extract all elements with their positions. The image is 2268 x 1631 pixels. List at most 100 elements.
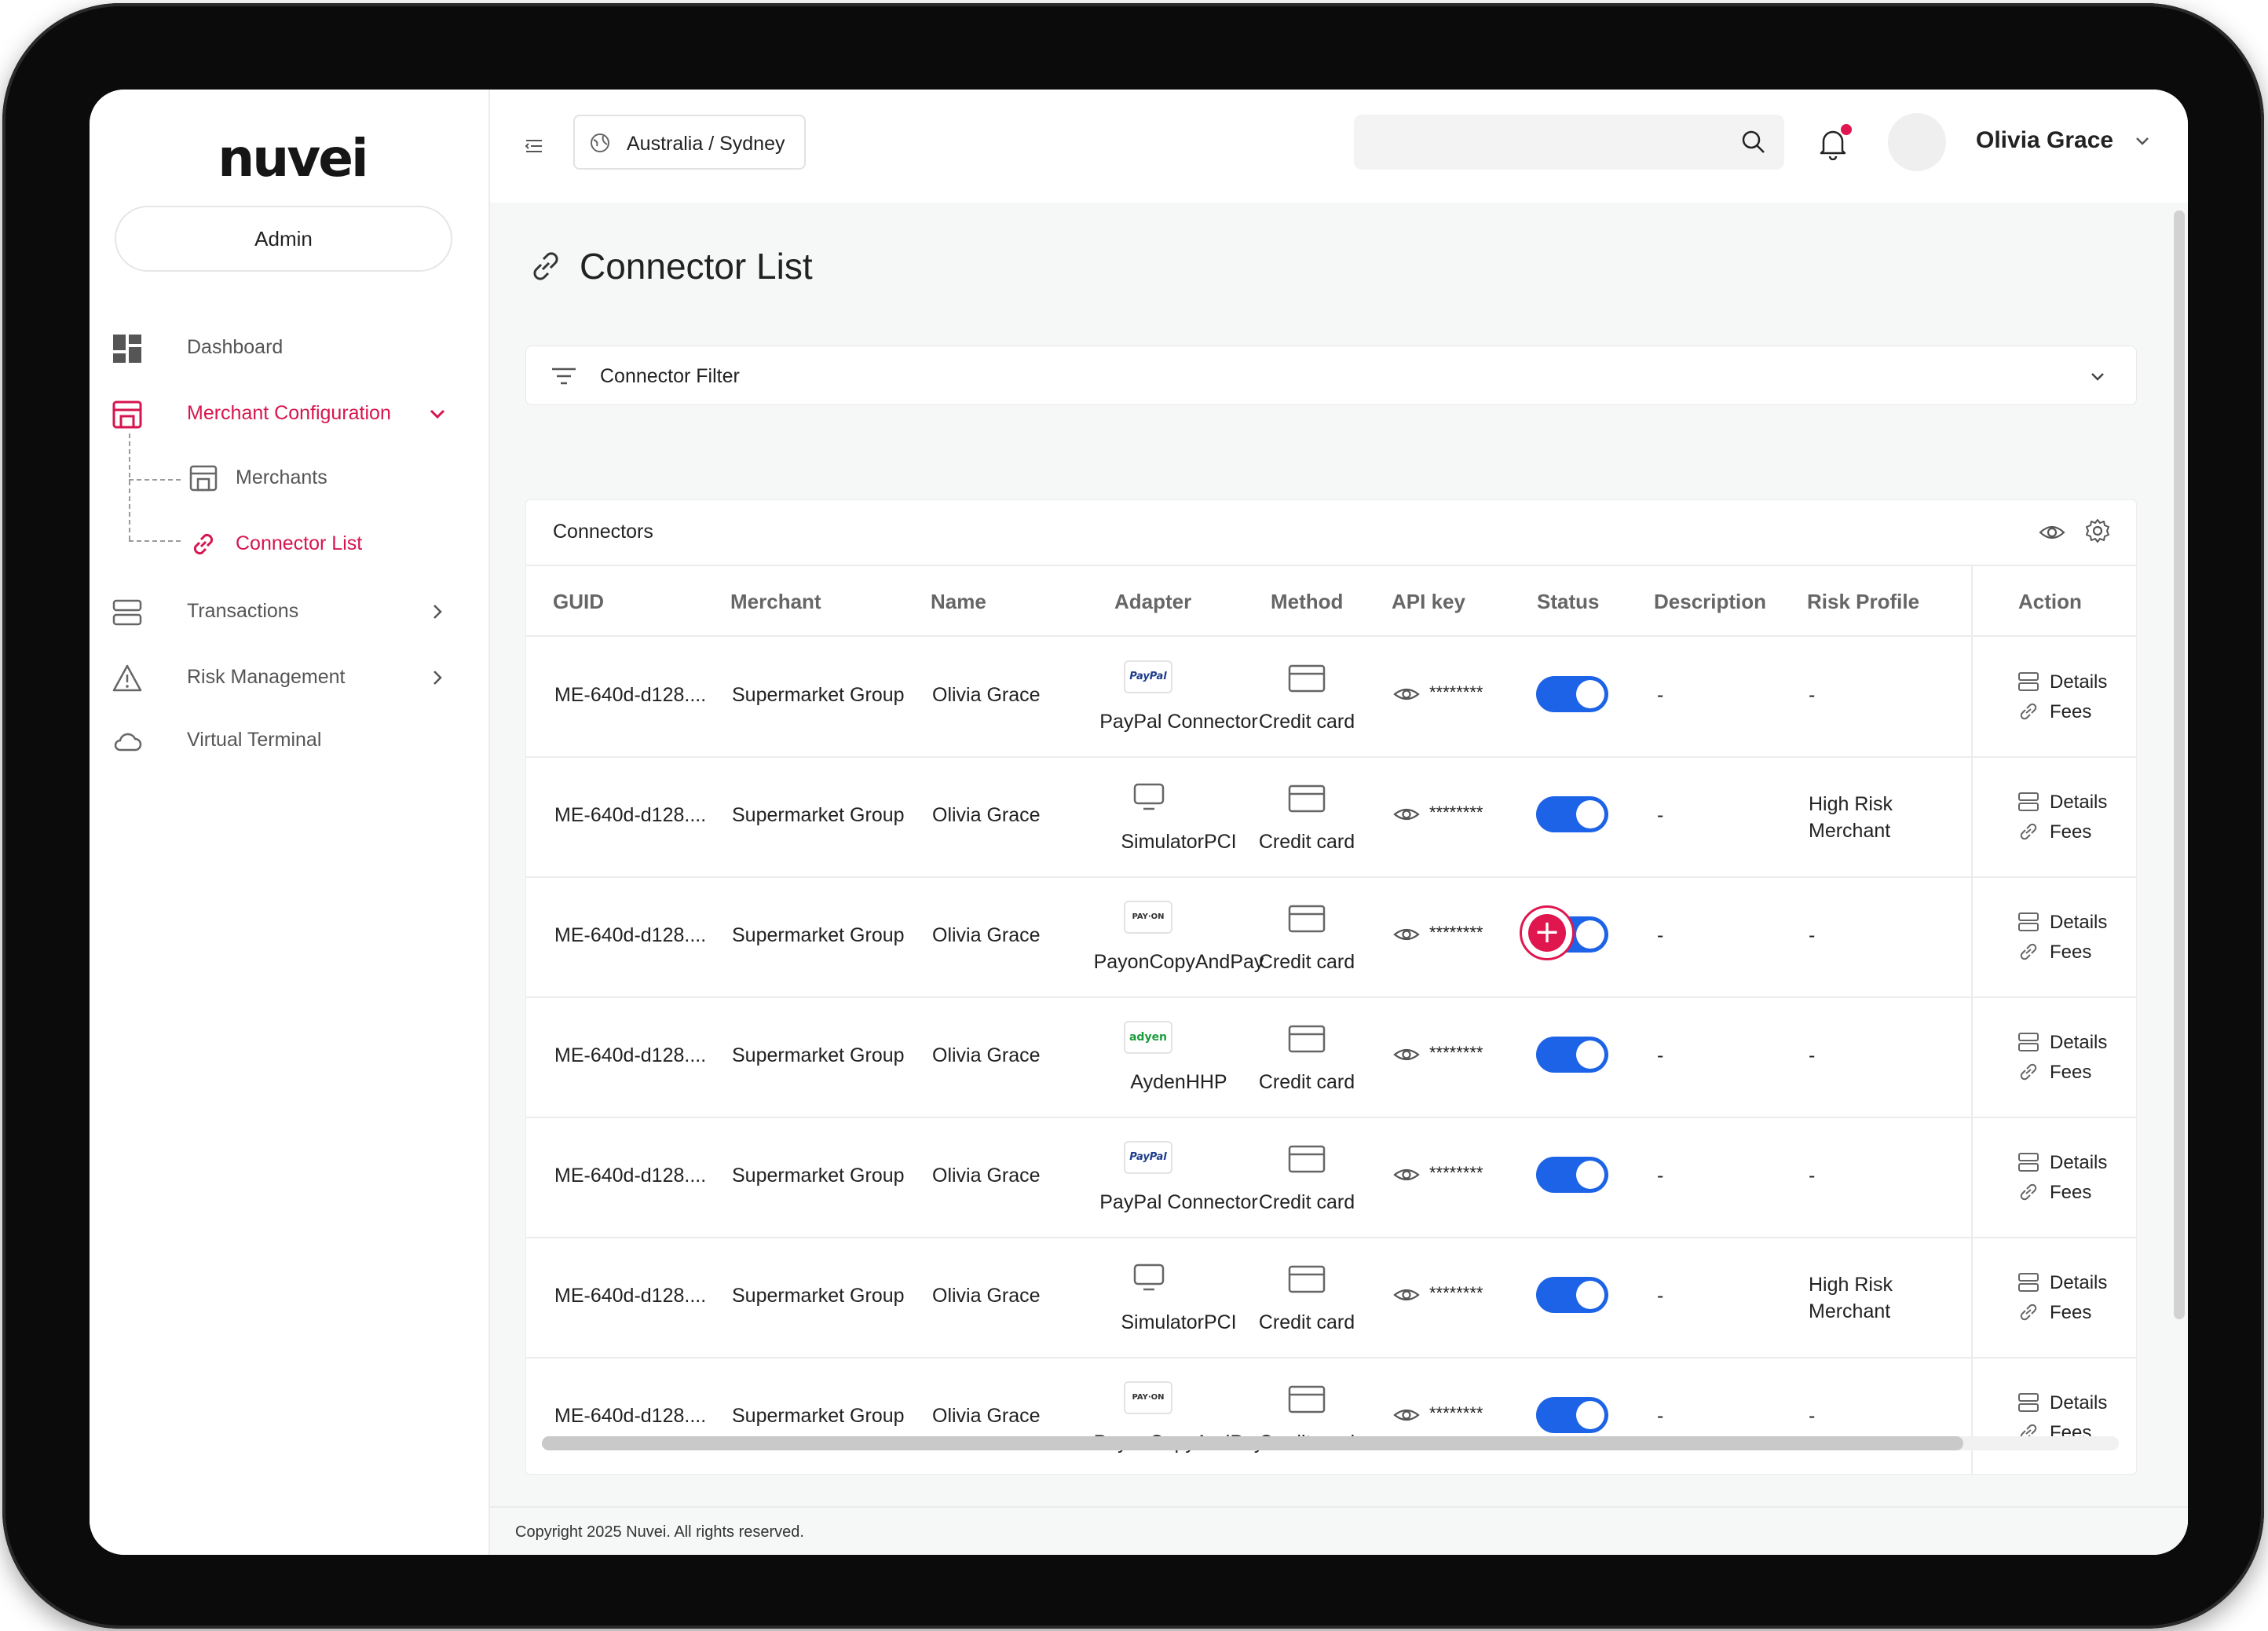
status-toggle[interactable] [1536, 1157, 1608, 1193]
sidebar-item-risk-management[interactable]: Risk Management [90, 650, 488, 705]
column-header-name[interactable]: Name [931, 590, 986, 614]
vertical-scrollbar-thumb[interactable] [2174, 210, 2185, 1319]
table-row: ME-640d-d128.... Supermarket Group Olivia … [526, 757, 2136, 878]
table-row: ME-640d-d128.... Supermarket Group Olivia … [526, 637, 2136, 758]
nuvei-logo[interactable]: nuvei [206, 119, 379, 198]
api-key-masked: ******** [1429, 1403, 1483, 1423]
link-icon [2020, 1183, 2037, 1201]
method-cell: Credit card [1258, 711, 1355, 733]
chevron-right-icon[interactable] [427, 667, 448, 688]
status-toggle[interactable] [1536, 1397, 1608, 1433]
guid-cell[interactable]: ME-640d-d128.... [554, 804, 706, 827]
timezone-selector[interactable]: Australia / Sydney [573, 115, 806, 170]
merchant-cell: Supermarket Group [732, 804, 905, 826]
horizontal-scrollbar-thumb[interactable] [542, 1436, 1963, 1450]
eye-icon[interactable] [1393, 1044, 1420, 1065]
column-header-adapter[interactable]: Adapter [1114, 590, 1191, 614]
fees-link[interactable]: Fees [2050, 1182, 2091, 1204]
fees-link[interactable]: Fees [2050, 942, 2091, 964]
gear-icon[interactable] [2084, 517, 2111, 544]
column-header-merchant[interactable]: Merchant [730, 590, 821, 614]
chevron-down-icon[interactable] [427, 404, 448, 424]
sidebar-item-dashboard[interactable]: Dashboard [90, 320, 488, 375]
status-toggle[interactable] [1536, 796, 1608, 832]
list-icon [2018, 1393, 2039, 1412]
eye-icon[interactable] [1393, 804, 1420, 825]
role-selector[interactable]: Admin [115, 206, 452, 272]
column-header-action[interactable]: Action [2018, 590, 2082, 614]
chevron-right-icon[interactable] [427, 602, 448, 622]
api-key-masked: ******** [1429, 682, 1483, 702]
method-cell: Credit card [1258, 1191, 1355, 1213]
eye-icon[interactable] [1393, 1165, 1420, 1185]
sidebar-item-label: Merchants [236, 466, 327, 488]
api-key-masked: ******** [1429, 1163, 1483, 1183]
adapter-logo: PAY·ON [1124, 1381, 1172, 1414]
menu-collapse-icon[interactable] [521, 133, 547, 159]
guid-cell[interactable]: ME-640d-d128.... [554, 1165, 706, 1187]
description-cell: - [1657, 1405, 1664, 1427]
credit-card-icon [1288, 905, 1326, 933]
add-connector-button[interactable]: + [1520, 905, 1575, 960]
column-header-guid[interactable]: GUID [553, 590, 604, 614]
avatar[interactable] [1888, 113, 1946, 171]
credit-card-icon [1288, 664, 1326, 693]
search-icon[interactable] [1740, 129, 1767, 155]
chevron-down-icon[interactable] [2087, 367, 2108, 387]
column-header-description[interactable]: Description [1654, 590, 1766, 614]
user-name[interactable]: Olivia Grace [1976, 127, 2113, 154]
name-cell: Olivia Grace [932, 684, 1041, 706]
guid-cell[interactable]: ME-640d-d128.... [554, 1285, 706, 1307]
guid-cell[interactable]: ME-640d-d128.... [554, 684, 706, 707]
eye-icon[interactable] [1393, 1285, 1420, 1305]
name-cell: Olivia Grace [932, 924, 1041, 946]
column-header-method[interactable]: Method [1271, 590, 1343, 614]
store-icon [189, 465, 218, 492]
status-toggle[interactable] [1536, 1037, 1608, 1073]
fees-link[interactable]: Fees [2050, 1062, 2091, 1084]
search-input[interactable] [1354, 115, 1784, 170]
sidebar-item-transactions[interactable]: Transactions [90, 584, 488, 639]
sidebar-item-merchant-configuration[interactable]: Merchant Configuration [90, 386, 488, 441]
sidebar-item-label: Connector List [236, 532, 363, 554]
column-header-risk-profile[interactable]: Risk Profile [1807, 590, 1919, 614]
column-header-status[interactable]: Status [1537, 590, 1599, 614]
fees-link[interactable]: Fees [2050, 1302, 2091, 1324]
sidebar-item-connector-list[interactable]: Connector List [90, 518, 488, 569]
filter-label: Connector Filter [600, 365, 740, 387]
eye-icon[interactable] [1393, 1405, 1420, 1425]
sidebar-item-label: Virtual Terminal [187, 729, 322, 751]
details-link[interactable]: Details [2050, 1032, 2107, 1054]
status-toggle[interactable] [1536, 1277, 1608, 1313]
merchant-cell: Supermarket Group [732, 924, 905, 946]
filter-icon [552, 368, 576, 385]
sidebar-item-merchants[interactable]: Merchants [90, 452, 488, 503]
details-link[interactable]: Details [2050, 1392, 2107, 1414]
link-icon [2020, 823, 2037, 840]
details-link[interactable]: Details [2050, 671, 2107, 693]
page-title: Connector List [580, 246, 813, 287]
merchant-cell: Supermarket Group [732, 1165, 905, 1187]
details-link[interactable]: Details [2050, 792, 2107, 814]
column-header-api-key[interactable]: API key [1392, 590, 1465, 614]
eye-icon[interactable] [1393, 924, 1420, 945]
risk-profile-cell: Merchant [1809, 820, 1891, 842]
guid-cell[interactable]: ME-640d-d128.... [554, 1405, 706, 1428]
guid-cell[interactable]: ME-640d-d128.... [554, 1044, 706, 1067]
status-toggle[interactable] [1536, 676, 1608, 712]
list-icon [2018, 912, 2039, 931]
fees-link[interactable]: Fees [2050, 821, 2091, 843]
details-link[interactable]: Details [2050, 912, 2107, 934]
fees-link[interactable]: Fees [2050, 701, 2091, 723]
connector-filter-panel[interactable]: Connector Filter [525, 346, 2137, 405]
details-link[interactable]: Details [2050, 1272, 2107, 1294]
eye-icon[interactable] [2039, 519, 2065, 546]
details-link[interactable]: Details [2050, 1152, 2107, 1174]
connectors-table-card: Connectors GUID Merchant Name Adapter Me… [525, 499, 2137, 1475]
guid-cell[interactable]: ME-640d-d128.... [554, 924, 706, 947]
chevron-down-icon[interactable] [2131, 130, 2153, 152]
eye-icon[interactable] [1393, 684, 1420, 704]
sidebar-item-virtual-terminal[interactable]: Virtual Terminal [90, 713, 488, 768]
api-key-masked: ******** [1429, 923, 1483, 942]
store-icon [112, 400, 142, 429]
